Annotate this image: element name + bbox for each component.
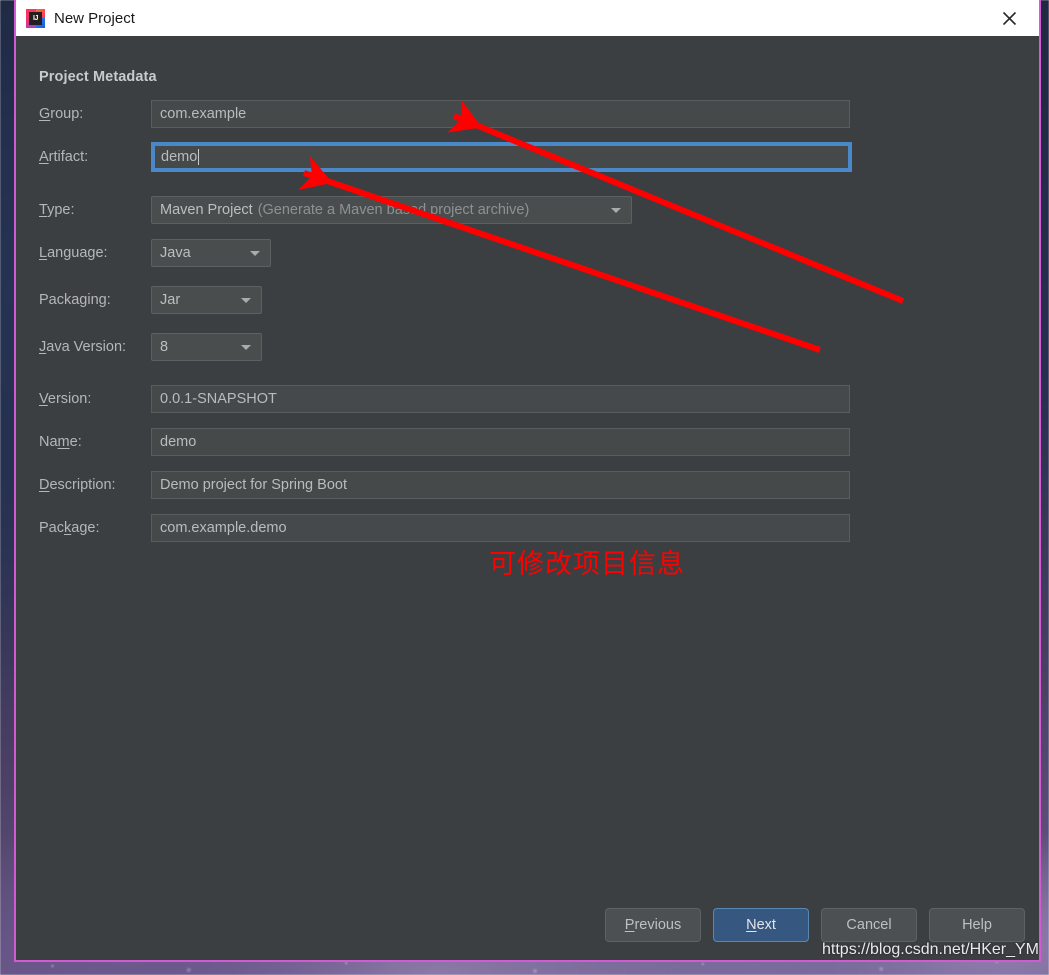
- field-row-package: Package: com.example.demo: [39, 514, 850, 542]
- field-row-name: Name: demo: [39, 428, 850, 456]
- version-input-value: 0.0.1-SNAPSHOT: [160, 391, 277, 407]
- intellij-icon-letters: IJ: [29, 11, 42, 25]
- type-combobox-value: Maven Project: [160, 202, 253, 218]
- packaging-combobox-value: Jar: [160, 292, 181, 308]
- next-button[interactable]: Next: [713, 908, 809, 942]
- packaging-combobox[interactable]: Jar: [151, 286, 262, 314]
- artifact-input-value: demo: [161, 149, 198, 165]
- cancel-button[interactable]: Cancel: [821, 908, 917, 942]
- field-row-type: Type: Maven Project (Generate a Maven ba…: [39, 196, 632, 224]
- group-input-value: com.example: [160, 106, 247, 122]
- label-artifact: Artifact:: [39, 149, 89, 165]
- label-language: Language:: [39, 245, 108, 261]
- type-combobox-detail: (Generate a Maven based project archive): [257, 202, 530, 218]
- package-input[interactable]: com.example.demo: [151, 514, 850, 542]
- label-name: Name:: [39, 434, 82, 450]
- dialog-title: New Project: [54, 9, 135, 27]
- help-button[interactable]: Help: [929, 908, 1025, 942]
- field-row-language: Language: Java: [39, 239, 271, 267]
- field-row-packaging: Packaging: Jar: [39, 286, 262, 314]
- name-input-value: demo: [160, 434, 197, 450]
- description-input-value: Demo project for Spring Boot: [160, 477, 347, 493]
- text-caret: [198, 149, 200, 165]
- description-input[interactable]: Demo project for Spring Boot: [151, 471, 850, 499]
- new-project-dialog: IJ New Project Project Metadata Group: c…: [14, 0, 1041, 962]
- previous-button[interactable]: Previous: [605, 908, 701, 942]
- close-icon[interactable]: [995, 4, 1023, 32]
- chevron-down-icon[interactable]: [231, 297, 257, 303]
- name-input[interactable]: demo: [151, 428, 850, 456]
- page-title: Project Metadata: [39, 69, 157, 85]
- dialog-body: Project Metadata Group: com.example Arti…: [16, 36, 1039, 960]
- label-package: Package:: [39, 520, 100, 536]
- chevron-down-icon[interactable]: [601, 207, 627, 213]
- field-row-java-version: Java Version: 8: [39, 333, 262, 361]
- language-combobox[interactable]: Java: [151, 239, 271, 267]
- dialog-button-bar: Previous Next Cancel Help: [605, 908, 1025, 942]
- java-version-combobox-value: 8: [160, 339, 169, 355]
- chevron-down-icon[interactable]: [231, 344, 257, 350]
- field-row-description: Description: Demo project for Spring Boo…: [39, 471, 850, 499]
- package-input-value: com.example.demo: [160, 520, 287, 536]
- version-input[interactable]: 0.0.1-SNAPSHOT: [151, 385, 850, 413]
- field-row-group: Group: com.example: [39, 100, 850, 128]
- field-row-artifact: Artifact: demo: [39, 142, 852, 172]
- intellij-idea-icon: IJ: [26, 8, 45, 28]
- artifact-input[interactable]: demo: [151, 142, 852, 172]
- java-version-combobox[interactable]: 8: [151, 333, 262, 361]
- watermark-text: https://blog.csdn.net/HKer_YM: [822, 941, 1039, 958]
- language-combobox-value: Java: [160, 245, 191, 261]
- group-input[interactable]: com.example: [151, 100, 850, 128]
- label-description: Description:: [39, 477, 116, 493]
- label-group: Group:: [39, 106, 84, 122]
- label-type: Type:: [39, 202, 75, 218]
- type-combobox[interactable]: Maven Project (Generate a Maven based pr…: [151, 196, 632, 224]
- label-packaging: Packaging:: [39, 292, 111, 308]
- label-java-version: Java Version:: [39, 339, 127, 355]
- dialog-titlebar: IJ New Project: [16, 0, 1039, 36]
- field-row-version: Version: 0.0.1-SNAPSHOT: [39, 385, 850, 413]
- annotation-label: 可修改项目信息: [489, 549, 685, 580]
- chevron-down-icon[interactable]: [240, 250, 266, 256]
- label-version: Version:: [39, 391, 92, 407]
